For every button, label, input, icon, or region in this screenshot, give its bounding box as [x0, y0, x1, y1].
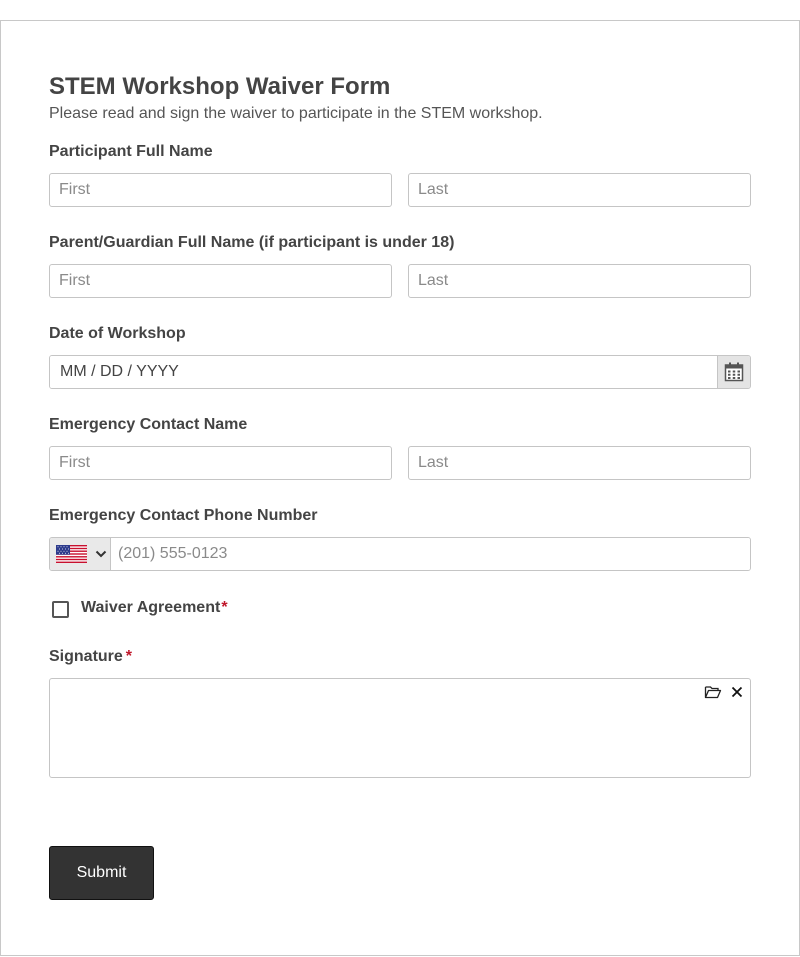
required-asterisk: *: [125, 648, 133, 665]
waiver-agreement-label[interactable]: Waiver Agreement*: [81, 599, 228, 617]
emergency-contact-name-label: Emergency Contact Name: [49, 416, 248, 433]
close-icon[interactable]: [729, 684, 745, 700]
emergency-phone-label: Emergency Contact Phone Number: [49, 507, 318, 524]
workshop-date-input[interactable]: [50, 356, 718, 388]
folder-open-icon[interactable]: [704, 684, 722, 700]
waiver-agreement-checkbox[interactable]: [52, 601, 69, 618]
signature-label-text: Signature: [49, 648, 123, 665]
required-asterisk: *: [221, 599, 228, 616]
waiver-agreement-text: Waiver Agreement: [81, 599, 221, 616]
participant-last-name-input[interactable]: [408, 173, 751, 207]
phone-input[interactable]: [111, 538, 750, 570]
participant-name-label: Participant Full Name: [49, 143, 213, 160]
signature-pad[interactable]: [49, 678, 751, 778]
waiver-form: STEM Workshop Waiver Form Please read an…: [0, 20, 800, 956]
participant-first-name-input[interactable]: [49, 173, 392, 207]
guardian-last-name-input[interactable]: [408, 264, 751, 298]
calendar-button[interactable]: [717, 356, 750, 388]
us-flag-icon: [56, 545, 87, 563]
submit-button[interactable]: Submit: [49, 846, 154, 900]
signature-label: Signature *: [49, 648, 132, 666]
emergency-first-name-input[interactable]: [49, 446, 392, 480]
phone-field: [49, 537, 751, 571]
workshop-date-field: [49, 355, 751, 389]
guardian-name-label: Parent/Guardian Full Name (if participan…: [49, 234, 455, 251]
form-title: STEM Workshop Waiver Form: [49, 73, 391, 100]
guardian-first-name-input[interactable]: [49, 264, 392, 298]
emergency-last-name-input[interactable]: [408, 446, 751, 480]
calendar-icon: [724, 362, 744, 382]
country-code-select[interactable]: [50, 538, 111, 570]
chevron-down-icon: [95, 550, 107, 558]
workshop-date-label: Date of Workshop: [49, 325, 186, 342]
form-description: Please read and sign the waiver to parti…: [49, 105, 543, 122]
